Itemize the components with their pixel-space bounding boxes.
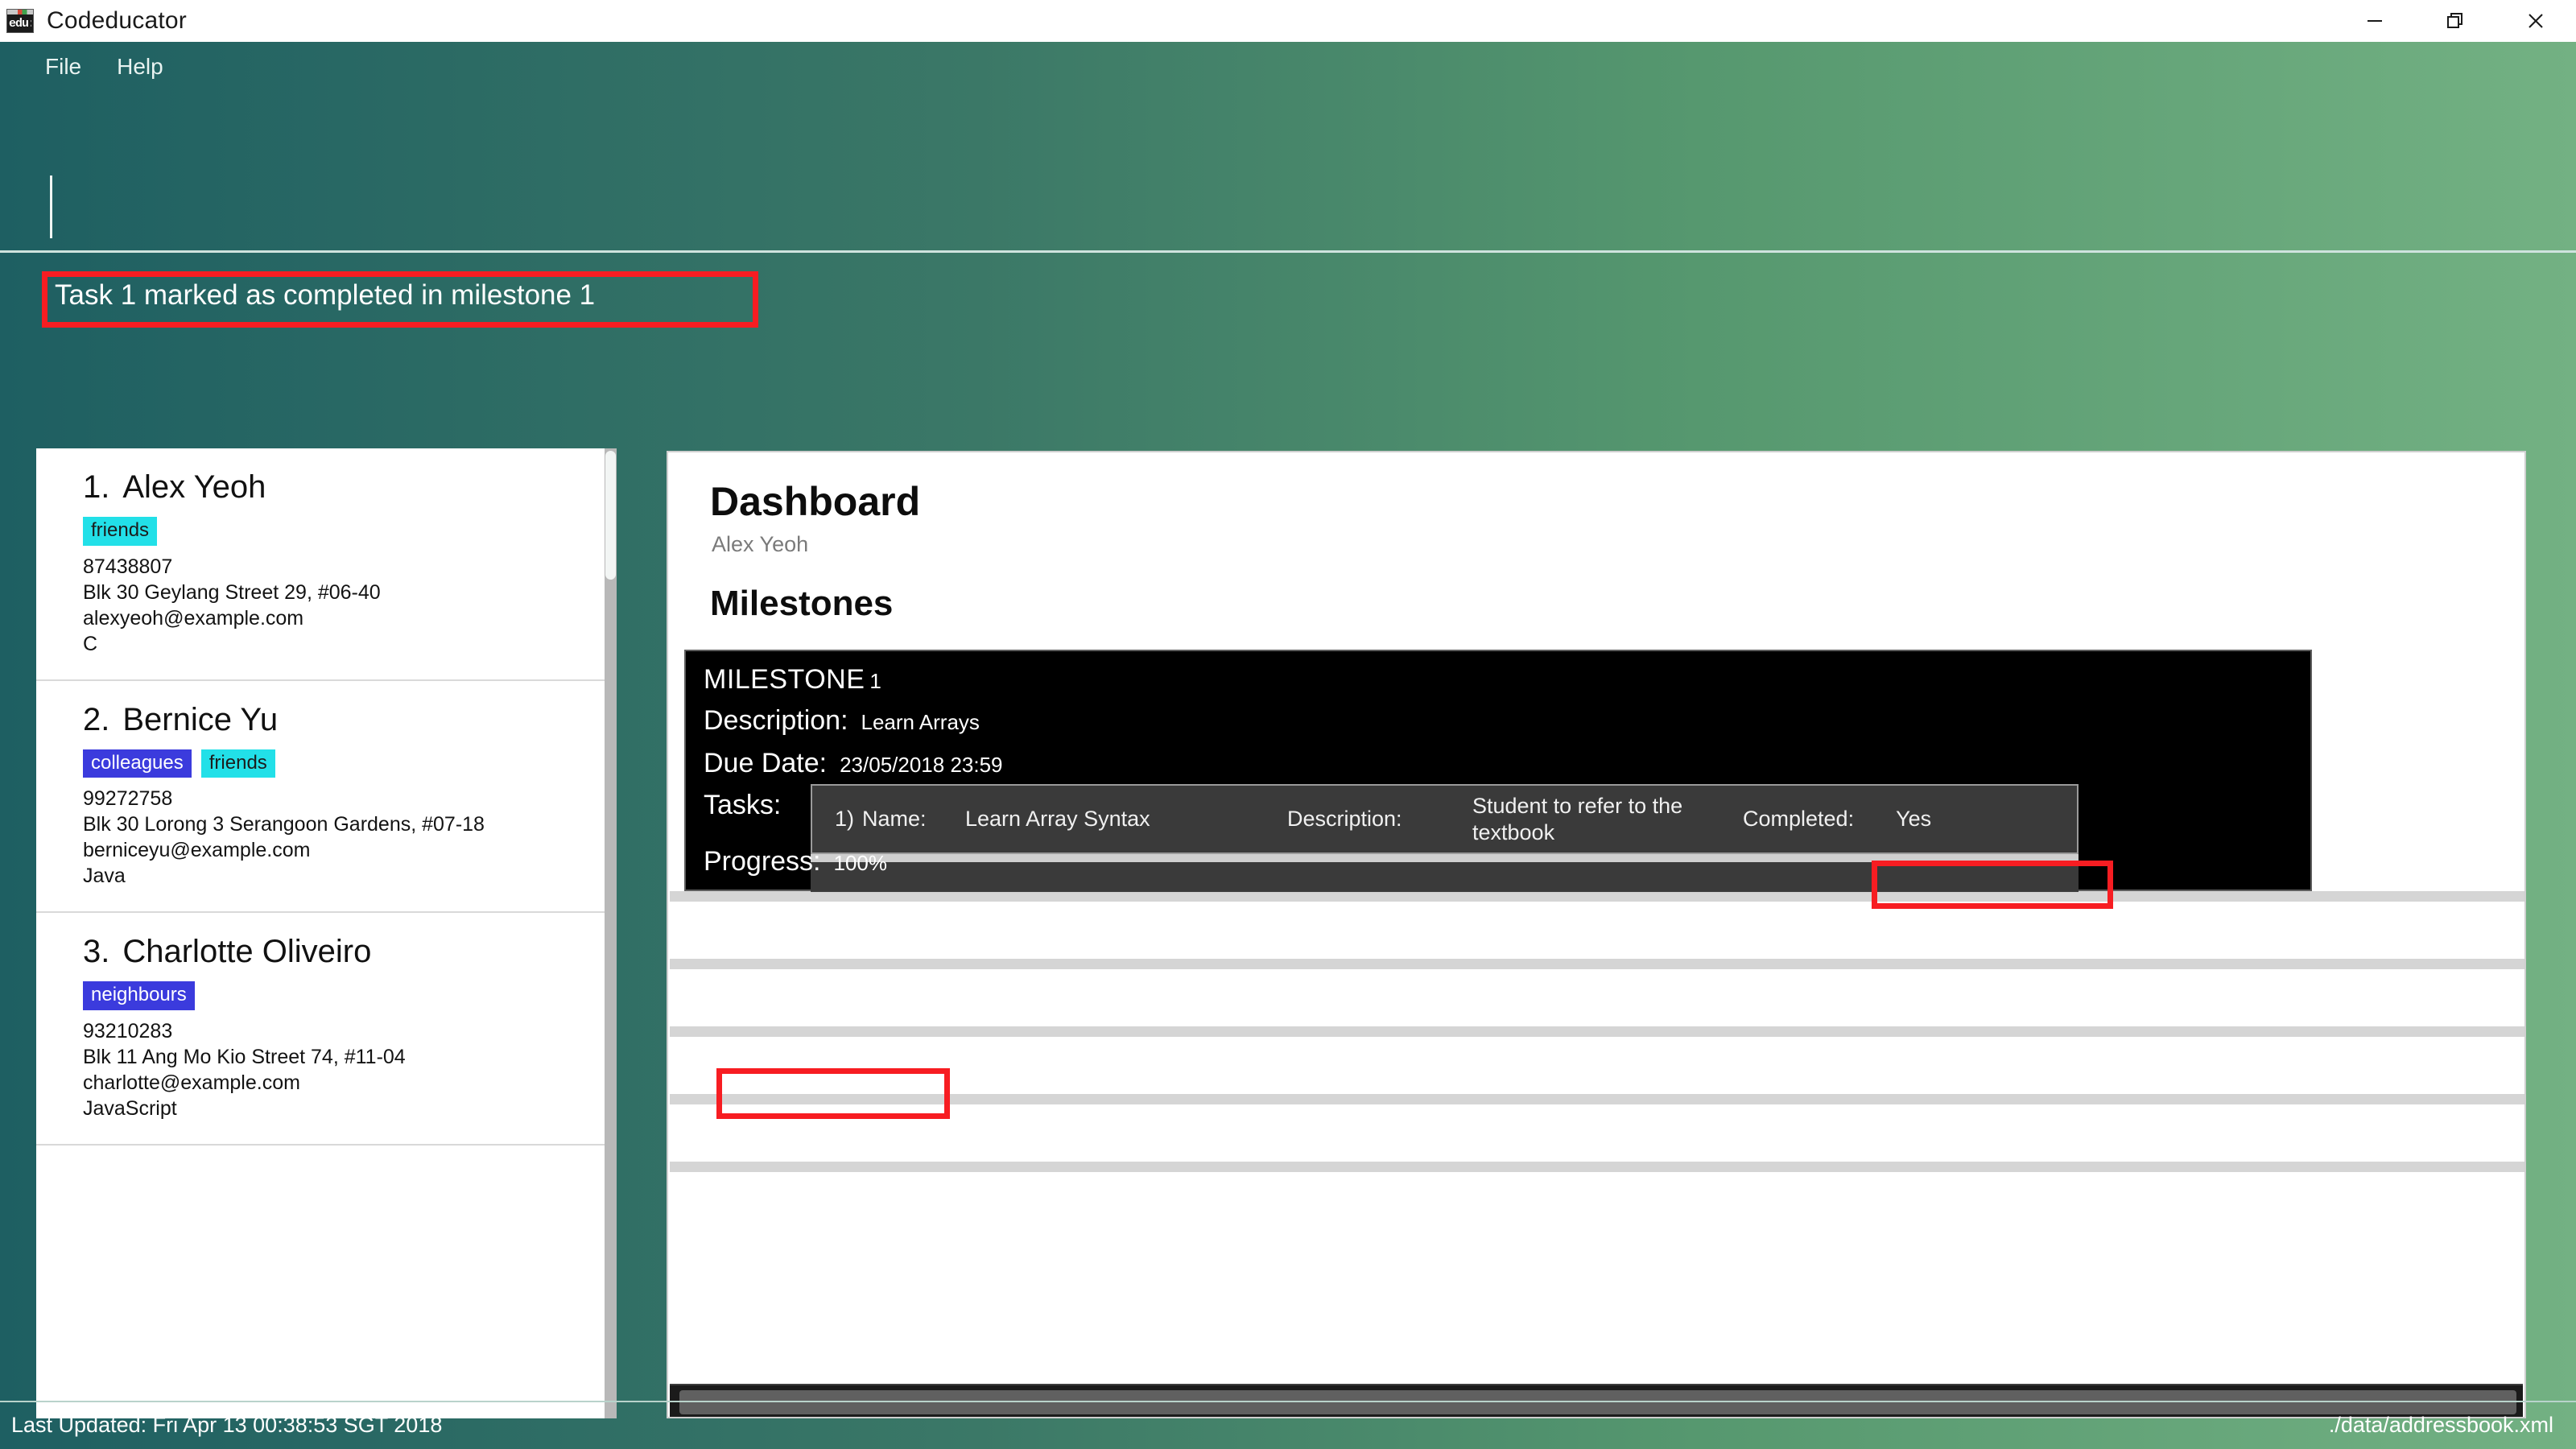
task-description-value: Student to refer to the textbook	[1472, 793, 1683, 844]
person-language: Java	[83, 865, 126, 888]
window-title: Codeducator	[47, 7, 187, 34]
milestone-description-key: Description:	[704, 705, 848, 736]
page-title: Dashboard	[710, 479, 921, 524]
milestone-separator	[670, 1162, 2524, 1172]
menu-item-help[interactable]: Help	[99, 49, 181, 85]
milestone-tasks-key: Tasks:	[704, 790, 782, 820]
person-address: Blk 30 Lorong 3 Serangoon Gardens, #07-1…	[83, 813, 485, 836]
command-box	[0, 132, 2576, 253]
task-completed-value: Yes	[1896, 807, 1932, 831]
tag-friends: friends	[200, 749, 275, 778]
task-row-empty	[811, 862, 2079, 892]
result-message: Task 1 marked as completed in milestone …	[55, 279, 596, 311]
milestone-row-empty	[670, 1104, 2524, 1162]
person-name: 2. Bernice Yu	[83, 702, 616, 738]
minimize-button[interactable]	[2334, 0, 2415, 42]
person-name-text: Charlotte Oliveiro	[122, 934, 372, 970]
person-name: 3. Charlotte Oliveiro	[83, 934, 616, 970]
person-index: 3.	[83, 934, 110, 970]
status-bar: Last Updated: Fri Apr 13 00:38:53 SGT 20…	[0, 1401, 2576, 1449]
app-body: File Help Task 1 marked as completed in …	[0, 42, 2576, 1449]
person-address: Blk 11 Ang Mo Kio Street 74, #11-04	[83, 1045, 406, 1068]
window-titlebar: edu:\ Codeducator	[0, 0, 2576, 42]
tag-friends: friends	[83, 517, 158, 546]
dashboard-panel: Dashboard Alex Yeoh Milestones MILESTONE…	[667, 451, 2526, 1418]
milestone-separator	[670, 1094, 2524, 1104]
milestone-due-row: Due Date: 23/05/2018 23:59	[704, 748, 1003, 779]
milestone-row-empty	[670, 902, 2524, 959]
tag-row: neighbours	[83, 981, 616, 1010]
person-name-text: Alex Yeoh	[122, 469, 266, 505]
milestone-number: 1	[869, 669, 882, 693]
person-name-text: Bernice Yu	[122, 701, 279, 737]
page-subtitle: Alex Yeoh	[712, 532, 809, 556]
list-item[interactable]: 1. Alex Yeoh friends 87438807 Blk 30 Geyl…	[36, 448, 616, 681]
person-phone: 87438807	[83, 555, 173, 578]
person-index: 2.	[83, 701, 110, 737]
milestone-due-key: Due Date:	[704, 748, 828, 778]
person-index: 1.	[83, 469, 110, 505]
milestone-row-empty	[670, 1037, 2524, 1094]
milestone-progress-row: Progress: 100%	[704, 846, 887, 877]
window-controls	[2334, 0, 2576, 42]
milestone-label: MILESTONE 1	[704, 664, 881, 696]
milestone-progress-value: 100%	[833, 851, 888, 875]
result-display: Task 1 marked as completed in milestone …	[0, 255, 2576, 432]
milestone-label-text: MILESTONE	[704, 664, 865, 695]
tag-colleagues: colleagues	[83, 749, 192, 778]
person-name: 1. Alex Yeoh	[83, 469, 616, 506]
person-phone: 99272758	[83, 787, 173, 811]
task-row[interactable]: 1) Name: Learn Array Syntax Description:…	[811, 784, 2079, 854]
person-list-scrollbar[interactable]	[605, 448, 617, 1418]
milestone-row-empty	[670, 969, 2524, 1026]
restore-button[interactable]	[2415, 0, 2496, 42]
menu-item-file[interactable]: File	[27, 49, 99, 85]
milestone-separator	[670, 1026, 2524, 1037]
person-address: Blk 30 Geylang Street 29, #06-40	[83, 580, 381, 604]
person-list-panel[interactable]: 1. Alex Yeoh friends 87438807 Blk 30 Geyl…	[36, 448, 616, 1418]
app-icon-topbar	[7, 10, 33, 14]
milestone-description-value: Learn Arrays	[861, 710, 980, 734]
status-save-location[interactable]: ./data/addressbook.xml	[2329, 1413, 2553, 1438]
task-name-key: Name:	[862, 807, 927, 831]
milestone-card[interactable]: MILESTONE 1 Description: Learn Arrays Due…	[684, 650, 2312, 893]
person-language: JavaScript	[83, 1096, 177, 1120]
task-description-key: Description:	[1287, 807, 1402, 831]
list-item[interactable]: 3. Charlotte Oliveiro neighbours 93210283…	[36, 913, 616, 1146]
menu-bar: File Help	[0, 42, 2576, 92]
task-separator	[811, 892, 2079, 893]
app-icon: edu:\	[6, 9, 34, 33]
milestone-due-value: 23/05/2018 23:59	[840, 753, 1003, 777]
list-item[interactable]: 2. Bernice Yu colleagues friends 99272758…	[36, 680, 616, 914]
person-email: alexyeoh@example.com	[83, 606, 304, 630]
milestone-progress-key: Progress:	[704, 846, 821, 877]
status-last-updated: Last Updated: Fri Apr 13 00:38:53 SGT 20…	[11, 1413, 443, 1437]
milestone-list: MILESTONE 1 Description: Learn Arrays Due…	[670, 650, 2524, 1366]
person-phone: 93210283	[83, 1019, 173, 1042]
task-index: 1)	[835, 807, 855, 831]
task-separator	[811, 854, 2079, 862]
tag-row: friends	[83, 517, 616, 546]
task-completed-key: Completed:	[1743, 807, 1855, 831]
milestone-separator	[670, 959, 2524, 969]
app-icon-glyph: edu:\	[9, 17, 31, 31]
command-input[interactable]	[48, 155, 2528, 227]
close-button[interactable]	[2496, 0, 2576, 42]
milestone-description-row: Description: Learn Arrays	[704, 705, 980, 737]
tag-row: colleagues friends	[83, 749, 616, 778]
tag-neighbours: neighbours	[83, 981, 195, 1010]
person-list-scrollbar-thumb[interactable]	[605, 451, 616, 580]
person-email: charlotte@example.com	[83, 1071, 300, 1094]
task-name-value: Learn Array Syntax	[965, 807, 1150, 831]
task-list: 1) Name: Learn Array Syntax Description:…	[811, 784, 2079, 893]
text-caret	[50, 175, 52, 238]
person-email: berniceyu@example.com	[83, 839, 311, 862]
section-heading-milestones: Milestones	[710, 584, 894, 623]
person-language: C	[83, 632, 98, 655]
milestone-row-empty	[670, 1172, 2524, 1229]
